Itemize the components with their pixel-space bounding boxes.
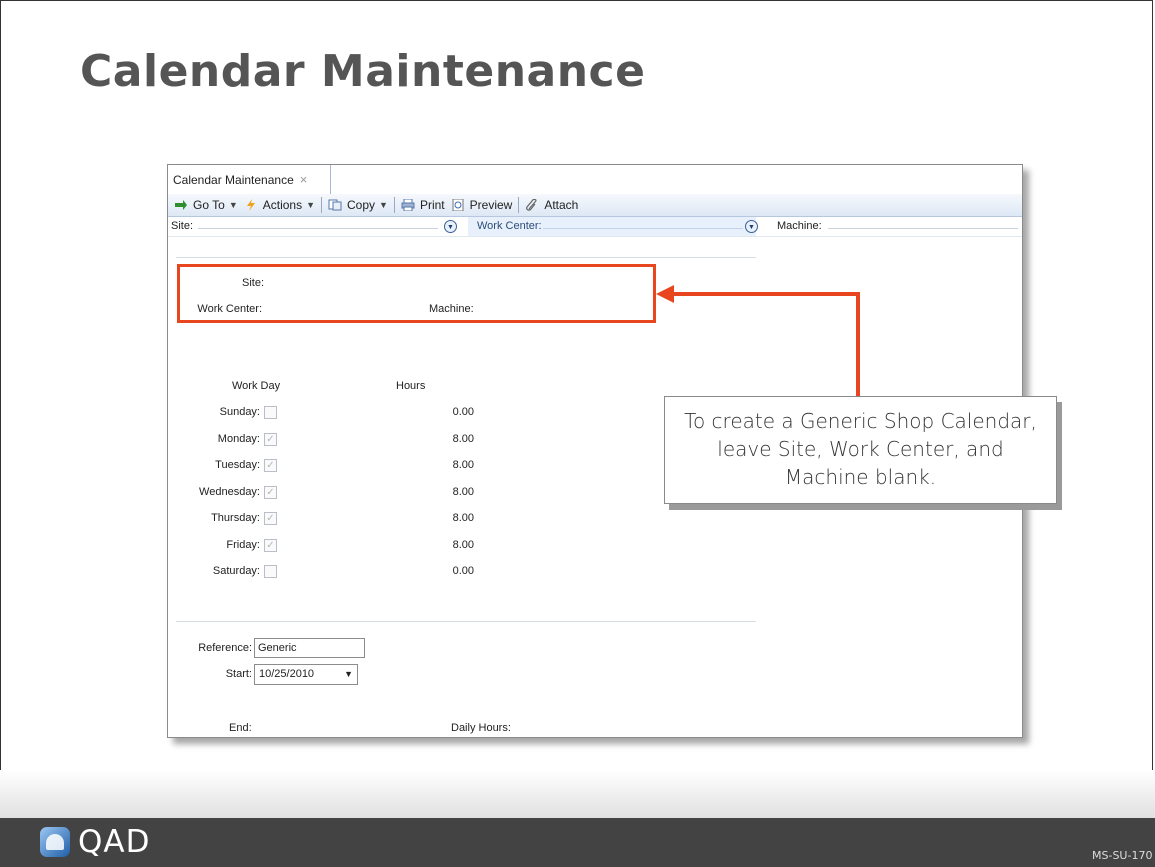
goto-arrow-icon [175,200,187,210]
work-day-label: Wednesday: [199,486,260,498]
filter-bar: Site: ▼ Work Center: ▼ Machine: [168,217,1022,237]
filter-machine-field[interactable] [828,228,1018,229]
highlight-box [177,264,656,323]
logo-text: QAD [78,824,151,860]
work-day-label: Monday: [217,433,260,445]
work-day-label: Thursday: [211,512,260,524]
checkbox-checked[interactable]: ✓ [264,459,277,472]
work-day-hours: 8.00 [452,539,474,551]
chevron-down-icon[interactable]: ▼ [344,665,353,684]
work-day-label: Tuesday: [215,459,260,471]
goto-label: Go To [193,198,225,212]
preview-button[interactable]: Preview [451,198,513,212]
print-button[interactable]: Print [401,198,445,212]
toolbar-divider [518,197,520,213]
copy-icon [328,199,342,211]
start-date-input[interactable]: 10/25/2010 ▼ [254,664,358,685]
work-day-hours: 0.00 [452,406,474,418]
checkbox-checked[interactable]: ✓ [264,539,277,552]
print-label: Print [419,198,445,212]
filter-site-label: Site: [171,220,194,232]
chevron-down-icon: ▼ [306,200,316,210]
work-day-label: Friday: [226,539,260,551]
work-day-label: Sunday: [219,406,260,418]
filter-work-center-label: Work Center: [477,220,542,232]
work-day-hours: 8.00 [452,433,474,445]
footer-bar [0,818,1155,867]
tab-label: Calendar Maintenance [173,172,294,187]
filter-machine-label: Machine: [777,220,822,232]
end-label: End: [229,722,252,734]
chevron-down-icon: ▼ [228,200,238,210]
checkbox-checked[interactable]: ✓ [264,433,277,446]
filter-work-center-field[interactable] [543,228,743,229]
actions-label: Actions [262,198,303,212]
paperclip-icon [526,199,537,211]
attach-label: Attach [544,198,579,212]
checkbox-unchecked[interactable] [264,565,277,578]
attach-button[interactable]: Attach [525,198,578,212]
divider [176,257,756,258]
actions-button[interactable]: Actions ▼ [244,198,315,212]
lightning-icon [246,199,255,211]
checkbox-checked[interactable]: ✓ [264,486,277,499]
callout-box: To create a Generic Shop Calendar, leave… [664,396,1057,504]
work-day-hours: 8.00 [452,459,474,471]
hours-header: Hours [396,380,426,392]
slide-title: Calendar Maintenance [80,46,646,97]
divider [176,621,756,622]
toolbar-divider [321,197,323,213]
start-date-value: 10/25/2010 [259,668,315,680]
daily-hours-label: Daily Hours: [451,722,511,734]
slide-code: MS-SU-170 [1092,849,1153,862]
printer-icon [401,199,415,211]
qad-logo-icon [40,827,70,857]
work-day-hours: 8.00 [452,486,474,498]
site-dropdown-icon[interactable]: ▼ [444,220,457,233]
footer-fade [0,770,1155,818]
reference-input[interactable]: Generic [254,638,365,658]
chevron-down-icon: ▼ [379,200,388,210]
toolbar-divider [393,197,395,213]
start-label: Start: [225,668,252,680]
tab-strip: Calendar Maintenance × [168,165,1022,195]
work-day-hours: 0.00 [452,565,474,577]
copy-label: Copy [347,198,376,212]
copy-button[interactable]: Copy ▼ [328,198,388,212]
goto-button[interactable]: Go To ▼ [174,198,238,212]
filter-site-field[interactable] [198,228,438,229]
checkbox-unchecked[interactable] [264,406,277,419]
callout-text: To create a Generic Shop Calendar, leave… [684,409,1037,489]
toolbar: Go To ▼ Actions ▼ Copy ▼ Print Preview Atta… [168,194,1022,217]
qad-logo: QAD [40,824,150,860]
close-tab-icon[interactable]: × [300,172,308,187]
work-center-dropdown-icon[interactable]: ▼ [745,220,758,233]
tab-calendar-maintenance[interactable]: Calendar Maintenance × [168,165,331,194]
work-day-label: Saturday: [212,565,260,577]
reference-label: Reference: [198,642,252,654]
work-day-header: Work Day [232,380,281,392]
preview-label: Preview [469,198,513,212]
checkbox-checked[interactable]: ✓ [264,512,277,525]
preview-icon [452,199,464,211]
work-day-hours: 8.00 [452,512,474,524]
